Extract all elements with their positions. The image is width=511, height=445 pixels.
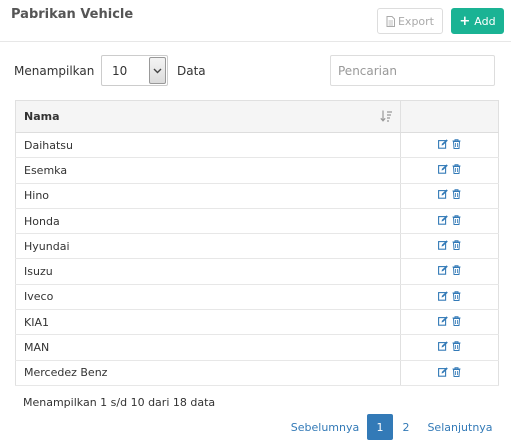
column-header-name-label: Nama <box>24 110 60 123</box>
row-actions-cell <box>400 309 499 336</box>
edit-icon[interactable] <box>438 366 448 380</box>
vehicle-name-cell: Daihatsu <box>15 132 402 159</box>
add-button[interactable]: + Add <box>451 8 504 34</box>
vehicle-name-cell: Hyundai <box>15 233 402 260</box>
edit-icon[interactable] <box>438 240 448 253</box>
data-label: Data <box>177 64 206 78</box>
trash-icon[interactable] <box>452 139 461 152</box>
row-actions-cell <box>400 258 499 285</box>
edit-icon[interactable] <box>438 265 448 278</box>
vehicle-name-cell: Mercedez Benz <box>15 360 402 386</box>
row-actions-cell <box>400 208 499 235</box>
file-icon <box>386 15 395 27</box>
row-actions-cell <box>400 284 499 311</box>
vehicle-name-cell: Isuzu <box>15 258 402 285</box>
export-label: Export <box>397 14 434 28</box>
chevron-down-icon <box>153 68 162 74</box>
vehicle-name-cell: Hino <box>15 183 402 209</box>
trash-icon[interactable] <box>452 316 461 329</box>
sort-amount-icon[interactable] <box>380 110 393 122</box>
row-actions-cell <box>400 233 499 260</box>
vehicle-name-cell: Honda <box>15 208 402 235</box>
edit-icon[interactable] <box>438 215 448 228</box>
pagination-page-2[interactable]: 2 <box>397 414 415 440</box>
trash-icon[interactable] <box>452 366 461 380</box>
edit-icon[interactable] <box>438 316 448 329</box>
table-row: Esemka <box>15 157 499 184</box>
table-row: Iveco <box>15 284 499 311</box>
table-row: Hyundai <box>15 233 499 260</box>
trash-icon[interactable] <box>452 164 461 177</box>
row-actions-cell <box>400 360 499 386</box>
trash-icon[interactable] <box>452 265 461 278</box>
export-button[interactable]: Export <box>377 8 443 34</box>
table-row: Honda <box>15 208 499 235</box>
trash-icon[interactable] <box>452 290 461 304</box>
table-header-row: Nama <box>15 100 499 133</box>
edit-icon[interactable] <box>438 291 448 304</box>
table-row: Isuzu <box>15 258 499 285</box>
add-label: Add <box>474 14 496 28</box>
edit-icon[interactable] <box>438 139 448 152</box>
pagination-page-1[interactable]: 1 <box>367 414 393 440</box>
column-header-name[interactable]: Nama <box>15 100 402 133</box>
page-size-select[interactable]: 10 <box>101 55 168 86</box>
trash-icon[interactable] <box>452 189 461 202</box>
pagination-previous[interactable]: Sebelumnya <box>289 414 361 440</box>
plus-icon: + <box>459 13 471 29</box>
page-title: Pabrikan Vehicle <box>11 7 134 22</box>
column-header-actions <box>400 100 499 133</box>
table-row: MAN <box>15 334 499 361</box>
vehicle-name-cell: MAN <box>15 334 402 361</box>
trash-icon[interactable] <box>452 240 461 253</box>
vehicle-name-cell: Esemka <box>15 157 402 184</box>
row-actions-cell <box>400 157 499 184</box>
vehicle-table: Nama Daihatsu Esemka Hino Honda Hyundai Isuzu… <box>15 100 499 386</box>
show-label: Menampilkan <box>14 64 95 78</box>
pagination-info: Menampilkan 1 s/d 10 dari 18 data <box>23 396 216 409</box>
trash-icon[interactable] <box>452 341 461 354</box>
vehicle-name-cell: KIA1 <box>15 309 402 336</box>
table-row: Mercedez Benz <box>15 360 499 386</box>
row-actions-cell <box>400 183 499 209</box>
table-row: KIA1 <box>15 309 499 336</box>
edit-icon[interactable] <box>438 164 448 177</box>
trash-icon[interactable] <box>452 215 461 228</box>
row-actions-cell <box>400 132 499 159</box>
dropdown-arrow[interactable] <box>149 57 166 84</box>
table-row: Hino <box>15 183 499 209</box>
vehicle-name-cell: Iveco <box>15 284 402 311</box>
pagination-next[interactable]: Selanjutnya <box>425 414 495 440</box>
table-row: Daihatsu <box>15 132 499 159</box>
page-header: Pabrikan Vehicle Export + Add <box>0 0 511 42</box>
page-size-value: 10 <box>112 64 128 78</box>
edit-icon[interactable] <box>438 189 448 202</box>
search-input[interactable] <box>330 55 495 86</box>
row-actions-cell <box>400 334 499 361</box>
edit-icon[interactable] <box>438 341 448 354</box>
